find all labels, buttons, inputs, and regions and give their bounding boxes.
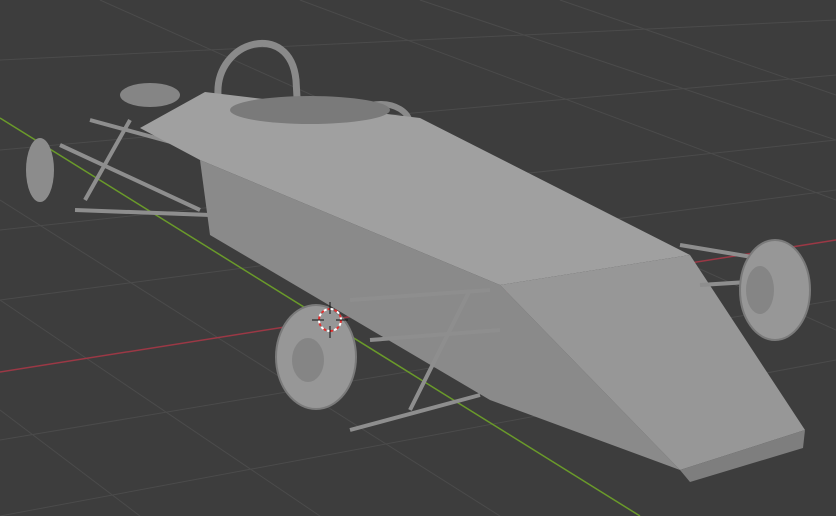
front-left-hub-center <box>292 338 324 382</box>
engine-intake <box>120 83 180 107</box>
cockpit-opening <box>230 96 390 124</box>
front-right-hub-center <box>746 266 774 314</box>
rear-left-brake-disc <box>26 138 54 202</box>
3d-viewport[interactable] <box>0 0 836 516</box>
viewport-canvas[interactable] <box>0 0 836 516</box>
